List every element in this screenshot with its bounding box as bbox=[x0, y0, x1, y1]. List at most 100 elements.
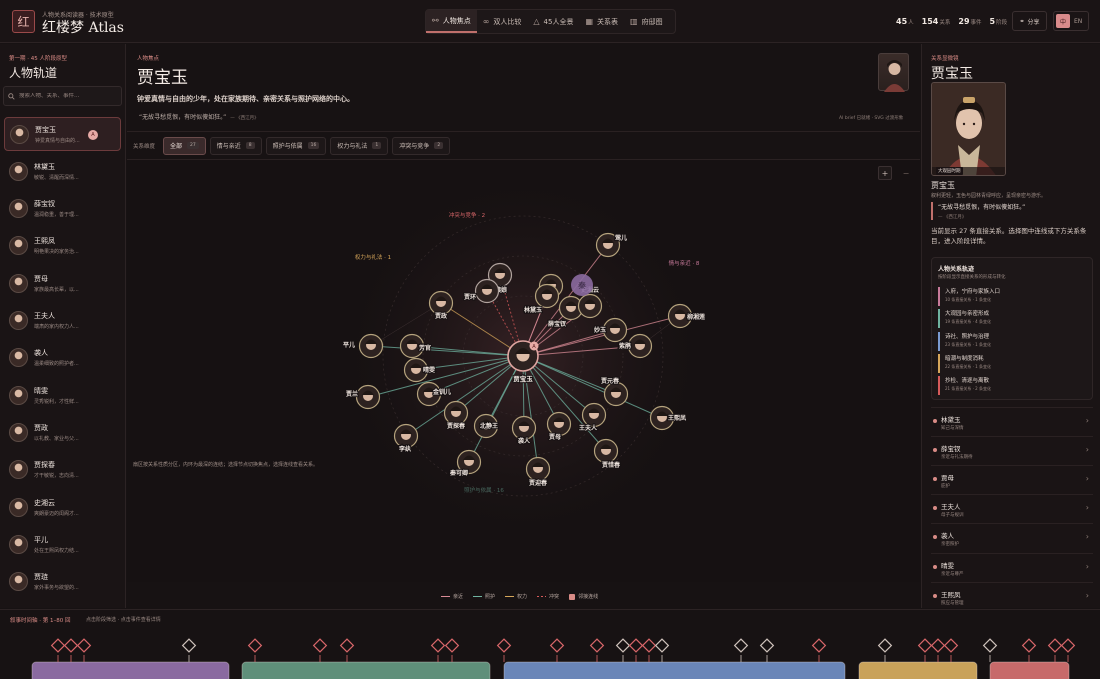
character-item[interactable]: 贾探春 才干敏锐，志向清... bbox=[4, 453, 121, 487]
node-label: 李纨 bbox=[398, 445, 411, 453]
relation-item[interactable]: 薛宝钗 亲近与礼法期待 › bbox=[931, 436, 1093, 464]
track-stage[interactable]: 大观园与亲密形成 19 条直接关系 · 4 条变化 bbox=[938, 309, 1088, 329]
timeline-stage-block[interactable] bbox=[241, 661, 491, 679]
event-marker-icon[interactable] bbox=[615, 638, 631, 653]
relation-item[interactable]: 晴雯 亲近与尊严 › bbox=[931, 552, 1093, 581]
event-marker-icon[interactable] bbox=[733, 638, 749, 653]
search-input[interactable] bbox=[19, 93, 119, 99]
tab-label: 45人全景 bbox=[543, 17, 574, 26]
event-marker-icon[interactable] bbox=[339, 638, 355, 653]
graph-node[interactable]: 贾迎春 bbox=[525, 456, 551, 488]
event-marker-icon[interactable] bbox=[589, 638, 605, 653]
event-marker-icon[interactable] bbox=[50, 638, 66, 653]
track-stage[interactable]: 诗社、照护与治理 23 条直接关系 · 1 条变化 bbox=[938, 331, 1088, 351]
legend-label: 权力 bbox=[517, 594, 528, 600]
filter-chip[interactable]: 照护与依属 16 bbox=[265, 136, 327, 155]
event-marker-icon[interactable] bbox=[496, 638, 512, 653]
lang-zh-option[interactable]: 中 bbox=[1056, 14, 1070, 28]
tab-3[interactable]: ▦ 关系表 bbox=[579, 10, 624, 33]
tab-2[interactable]: △ 45人全景 bbox=[527, 10, 579, 33]
avatar bbox=[9, 161, 28, 181]
stat-unit: 人 bbox=[908, 20, 914, 26]
share-nodes-icon: ⚯ bbox=[432, 16, 439, 25]
character-item[interactable]: 贾母 家族最高长辈，以... bbox=[4, 266, 121, 300]
node-label: 贾探春 bbox=[447, 422, 466, 430]
graph-node[interactable]: 贾探春 bbox=[443, 400, 469, 431]
zoom-in-button[interactable]: + bbox=[878, 166, 892, 180]
event-marker-icon[interactable] bbox=[1047, 638, 1063, 653]
character-item[interactable]: 晴雯 灵秀锐利，才性鲜... bbox=[4, 378, 121, 412]
track-stage[interactable]: 入府，宁府与家族入口 10 条直接关系 · 1 条变化 bbox=[938, 287, 1088, 306]
relation-item[interactable]: 王夫人 母子与规训 › bbox=[931, 494, 1093, 522]
timeline-stage-block[interactable] bbox=[989, 661, 1070, 679]
filter-chip[interactable]: 情与亲近 8 bbox=[209, 136, 262, 155]
stat-value: 29 bbox=[958, 17, 970, 26]
event-marker-icon[interactable] bbox=[982, 638, 998, 653]
timeline-stage-block[interactable] bbox=[858, 661, 978, 679]
filter-label: 权力与礼法 bbox=[337, 143, 368, 150]
event-marker-icon[interactable] bbox=[181, 638, 197, 653]
track-stage[interactable]: 暗潮与制度消耗 22 条直接关系 · 1 条变化 bbox=[938, 353, 1088, 373]
chevron-right-icon: › bbox=[1085, 561, 1089, 571]
filter-count: 1 bbox=[372, 142, 382, 149]
event-marker-icon[interactable] bbox=[654, 638, 670, 653]
character-text: 林黛玉 敏锐、清醒而深情... bbox=[34, 162, 79, 181]
share-button[interactable]: ⚭ 分享 bbox=[1012, 11, 1047, 31]
character-portrait[interactable]: 大观园时期 bbox=[931, 82, 1006, 176]
filter-chip[interactable]: 冲突与竞争 2 bbox=[392, 136, 451, 155]
filter-chip[interactable]: 权力与礼法 1 bbox=[330, 136, 389, 155]
character-desc: 端肃的家内权力人... bbox=[34, 324, 79, 330]
timeline-stage-block[interactable] bbox=[503, 661, 846, 679]
event-marker-icon[interactable] bbox=[312, 638, 328, 653]
relation-item[interactable]: 王熙凤 照应与管理 › bbox=[931, 581, 1093, 608]
event-marker-icon[interactable] bbox=[1060, 638, 1076, 653]
character-item[interactable]: 林黛玉 敏锐、清醒而深情... bbox=[4, 154, 121, 188]
zoom-out-button[interactable]: − bbox=[899, 166, 913, 180]
legend-item: 照护 bbox=[473, 593, 495, 600]
portrait-thumbnail[interactable] bbox=[878, 53, 909, 92]
event-marker-icon[interactable] bbox=[641, 638, 657, 653]
event-marker-icon[interactable] bbox=[628, 638, 644, 653]
event-marker-icon[interactable] bbox=[247, 638, 263, 653]
character-item[interactable]: 贾宝玉 钟爱真情与自由的... A bbox=[4, 117, 121, 151]
character-item[interactable]: 平儿 处在王熙凤权力结... bbox=[4, 527, 121, 561]
checkbox-icon[interactable] bbox=[569, 593, 576, 600]
event-marker-icon[interactable] bbox=[444, 638, 460, 653]
event-marker-icon[interactable] bbox=[917, 638, 933, 653]
character-item[interactable]: 王熙凤 明艳果决的家务治... bbox=[4, 229, 121, 263]
event-marker-icon[interactable] bbox=[877, 638, 893, 653]
character-item[interactable]: 贾琏 家外事务与欲望的... bbox=[4, 565, 121, 599]
relation-item[interactable]: 袭人 亲密照护 › bbox=[931, 523, 1093, 551]
filter-count: 16 bbox=[307, 142, 320, 149]
adjacent-edges-toggle[interactable]: 邻接连线 bbox=[569, 593, 598, 600]
event-marker-icon[interactable] bbox=[1021, 638, 1037, 653]
event-marker-icon[interactable] bbox=[430, 638, 446, 653]
language-toggle[interactable]: 中 EN bbox=[1053, 11, 1089, 31]
event-marker-icon[interactable] bbox=[811, 638, 827, 653]
event-marker-icon[interactable] bbox=[549, 638, 565, 653]
event-marker-icon[interactable] bbox=[930, 638, 946, 653]
filter-chip[interactable]: 全部 27 bbox=[163, 136, 206, 155]
tab-1[interactable]: ∞ 双人比较 bbox=[477, 10, 528, 33]
event-marker-icon[interactable] bbox=[76, 638, 92, 653]
tab-0[interactable]: ⚯ 人物焦点 bbox=[426, 10, 477, 33]
character-item[interactable]: 史湘云 爽朗豪迈的闺阁才... bbox=[4, 490, 121, 524]
legend-label: 亲近 bbox=[453, 594, 464, 600]
graph-node[interactable]: 北静王 bbox=[473, 413, 499, 439]
character-item[interactable]: 薛宝钗 温润稳重，善于理... bbox=[4, 192, 121, 226]
event-marker-icon[interactable] bbox=[759, 638, 775, 653]
stage-name: 抄检、清逐与离散 bbox=[945, 378, 990, 385]
character-item[interactable]: 袭人 温柔细致的照护者... bbox=[4, 341, 121, 375]
event-marker-icon[interactable] bbox=[63, 638, 79, 653]
character-item[interactable]: 贾政 以礼教、家业与父... bbox=[4, 415, 121, 449]
track-stage[interactable]: 抄检、清逐与离散 21 条直接关系 · 2 条变化 bbox=[938, 376, 1088, 396]
character-item[interactable]: 王夫人 端肃的家内权力人... bbox=[4, 304, 121, 338]
stage-name: 诗社、照护与治理 bbox=[945, 333, 990, 340]
event-marker-icon[interactable] bbox=[943, 638, 959, 653]
relation-item[interactable]: 贾母 庇护 › bbox=[931, 465, 1093, 493]
tab-4[interactable]: ▥ 府邸图 bbox=[624, 10, 669, 33]
relation-item[interactable]: 林黛玉 知己与深情 › bbox=[931, 407, 1093, 435]
search-box[interactable] bbox=[3, 86, 122, 106]
timeline-stage-block[interactable] bbox=[31, 661, 230, 679]
lang-en-option[interactable]: EN bbox=[1074, 18, 1082, 25]
